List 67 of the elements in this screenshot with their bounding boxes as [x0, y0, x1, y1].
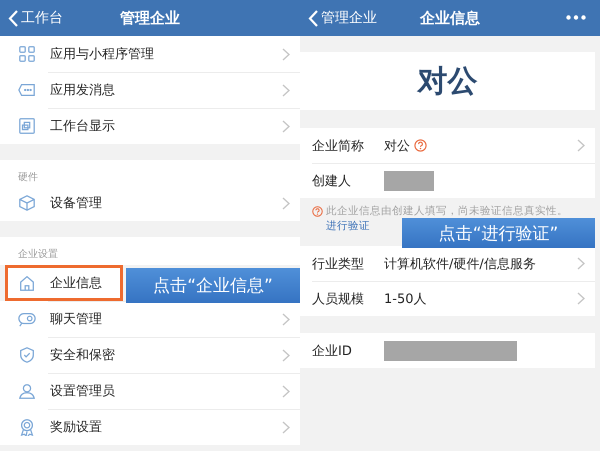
- chevron-right-icon: [577, 292, 585, 305]
- field-label: 企业简称: [312, 138, 365, 154]
- info-row[interactable]: 创建人: [300, 163, 595, 198]
- medal-icon: [18, 418, 36, 436]
- menu-item-label: 设置管理员: [50, 383, 116, 400]
- chevron-right-icon: [282, 312, 290, 326]
- chevron-right-icon: [282, 84, 290, 96]
- company-name: 对公: [418, 62, 478, 100]
- nav-title: 管理企业: [120, 8, 180, 26]
- menu-item[interactable]: 应用发消息: [0, 72, 300, 108]
- field-value: 1-50人: [384, 290, 427, 308]
- menu-item[interactable]: 应用与小程序管理: [0, 36, 300, 72]
- menu-item-label: 奖励设置: [50, 419, 103, 436]
- field-label: 创建人: [312, 172, 352, 190]
- menu-item-label: 设备管理: [50, 195, 103, 212]
- chat-bubble-icon: [18, 310, 36, 328]
- chevron-right-icon: [282, 348, 290, 362]
- chevron-right-icon: [282, 196, 290, 210]
- menu-item-label: 企业信息: [50, 275, 103, 292]
- redacted-block: [384, 170, 434, 190]
- field-label: 行业类型: [312, 256, 365, 272]
- house-icon: [18, 274, 36, 292]
- menu-item-label: 安全和保密: [50, 347, 116, 364]
- back-chevron-icon: [308, 10, 318, 26]
- shield-icon: [18, 346, 36, 364]
- grid-icon: [18, 45, 36, 63]
- person-icon: [18, 382, 36, 400]
- window-icon: [18, 117, 36, 135]
- callout-banner: 点击“企业信息”: [126, 268, 300, 303]
- field-value: 对公: [384, 138, 410, 154]
- back-link[interactable]: 工作台: [0, 9, 63, 27]
- menu-item-label: 工作台显示: [50, 118, 116, 135]
- back-link[interactable]: 管理企业: [300, 9, 377, 27]
- menu-item[interactable]: 奖励设置: [0, 409, 300, 445]
- info-row[interactable]: 行业类型 计算机软件/硬件/信息服务: [300, 246, 595, 281]
- menu-item-label: 应用发消息: [50, 82, 116, 99]
- message-bubble-icon: [18, 81, 36, 99]
- section-header: 硬件: [18, 172, 38, 183]
- field-value: 计算机软件/硬件/信息服务: [384, 256, 536, 272]
- chevron-right-icon: [282, 384, 290, 398]
- highlighted-menu-item[interactable]: 企业信息: [5, 265, 123, 301]
- info-row[interactable]: 企业ID: [300, 333, 595, 368]
- menu-item-label: 聊天管理: [50, 311, 103, 328]
- verify-link[interactable]: 进行验证: [326, 220, 370, 232]
- field-label: 人员规模: [312, 290, 365, 308]
- back-chevron-icon: [8, 10, 18, 26]
- menu-item[interactable]: 安全和保密: [0, 337, 300, 373]
- chevron-right-icon: [577, 257, 585, 270]
- help-icon: [312, 206, 323, 217]
- chevron-right-icon: [577, 139, 585, 152]
- chevron-right-icon: [282, 120, 290, 132]
- cube-icon: [18, 194, 36, 212]
- chevron-right-icon: [282, 420, 290, 434]
- menu-item[interactable]: 设置管理员: [0, 373, 300, 409]
- info-row[interactable]: 企业简称 对公: [300, 128, 595, 163]
- callout-banner: 点击“进行验证”: [402, 218, 595, 248]
- menu-item[interactable]: 聊天管理: [0, 301, 300, 337]
- field-label: 企业ID: [312, 342, 353, 360]
- help-icon[interactable]: [414, 139, 427, 152]
- menu-item[interactable]: 工作台显示: [0, 108, 300, 144]
- info-row[interactable]: 人员规模 1-50人: [300, 281, 595, 316]
- menu-item[interactable]: 设备管理: [0, 185, 300, 221]
- nav-title: 企业信息: [420, 8, 480, 26]
- menu-item-label: 应用与小程序管理: [50, 46, 155, 63]
- section-header: 企业设置: [18, 249, 58, 260]
- more-icon[interactable]: [566, 15, 586, 20]
- chevron-right-icon: [282, 48, 290, 60]
